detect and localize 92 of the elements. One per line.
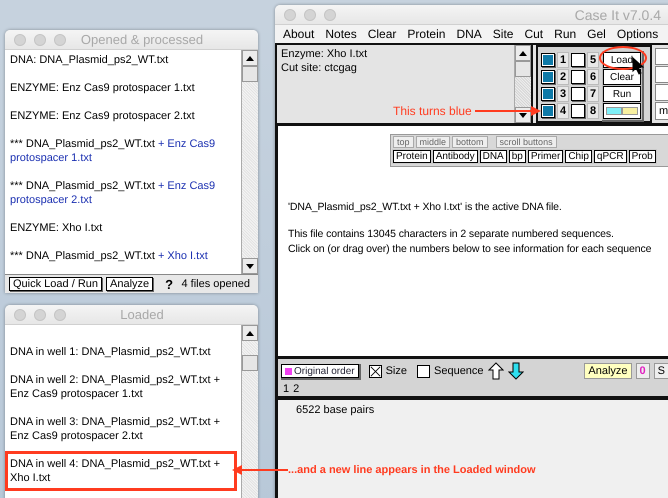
window-title: Opened & processed	[80, 32, 204, 47]
well-checkbox[interactable]	[541, 70, 555, 84]
well-checkbox[interactable]	[571, 70, 585, 84]
tool-button[interactable]: qPCR	[594, 150, 627, 163]
list-entry[interactable]: DNA in well 3: DNA_Plasmid_ps2_WT.txt + Enz Cas9 protospacer 2.txt	[5, 409, 237, 449]
well-checkbox[interactable]	[541, 87, 555, 101]
well-checkbox[interactable]	[541, 104, 555, 118]
window-title: Loaded	[120, 307, 165, 322]
well-number: 1	[557, 52, 569, 68]
down-arrow-icon	[508, 362, 524, 380]
message-text: Click on (or drag over) the numbers below to see information for each sequence	[288, 242, 652, 257]
window-title: Case It v7.0.4	[574, 6, 661, 22]
list-entry[interactable]: DNA in well 1: DNA_Plasmid_ps2_WT.txt	[5, 339, 226, 365]
sequence-number[interactable]: 2	[293, 383, 300, 395]
list-entry[interactable]: ENZYME: Enz Cas9 protospacer 1.txt	[10, 81, 195, 95]
menu-item[interactable]: Notes	[323, 27, 364, 41]
list-entry[interactable]: *** DNA_Plasmid_ps2_WT.txt + Xho I.txt	[10, 249, 208, 263]
menu-item[interactable]: Run	[552, 27, 584, 41]
cursor-icon	[632, 57, 644, 75]
menu-item[interactable]: About	[281, 27, 322, 41]
tool-button[interactable]: Chip	[565, 150, 592, 163]
scroll-bar[interactable]	[241, 50, 258, 274]
up-arrow-icon	[488, 362, 504, 380]
well-number: 4	[557, 103, 569, 119]
footer-button[interactable]: Analyze	[106, 277, 154, 291]
tool-button[interactable]: DNA	[480, 150, 507, 163]
scroll-bar[interactable]	[514, 45, 531, 123]
side-button[interactable]: Clear	[603, 69, 641, 85]
list-entry[interactable]: *** DNA_Plasmid_ps2_WT.txt + Enz Cas9 protospacer 1.txt	[10, 137, 237, 165]
scroll-bar[interactable]	[241, 325, 258, 498]
list-entry[interactable]: DNA: DNA_Plasmid_ps2_WT.txt	[10, 53, 168, 67]
side-button[interactable]: Run	[603, 86, 641, 102]
info-text: Enzyme: Xho I.txt	[281, 47, 368, 61]
annotation-text: ...and a new line appears in the Loaded window	[288, 464, 536, 476]
scroll-thumb[interactable]	[515, 61, 531, 77]
analyze-button[interactable]: Analyze	[584, 363, 632, 379]
footer-button[interactable]: Quick Load / Run	[9, 277, 102, 291]
color-button[interactable]	[603, 103, 641, 119]
well-number: 3	[557, 86, 569, 102]
well-checkbox[interactable]	[571, 53, 585, 67]
list-entry[interactable]: ENZYME: Xho I.txt	[10, 221, 102, 235]
text-field[interactable]	[655, 48, 668, 65]
menu-item[interactable]: DNA	[454, 27, 489, 41]
well-checkbox[interactable]	[571, 104, 585, 118]
menu-item[interactable]: Clear	[366, 27, 404, 41]
menu-item[interactable]: Protein	[405, 27, 452, 41]
help-icon[interactable]: ?	[165, 276, 174, 292]
checkbox[interactable]	[368, 364, 382, 378]
tool-button[interactable]: Antibody	[432, 150, 478, 163]
menu-item[interactable]: Options	[614, 27, 666, 41]
view-tab[interactable]: top	[393, 136, 414, 148]
message-text: This file contains 13045 characters in 2 separate numbered sequences.	[288, 227, 615, 242]
menu-item[interactable]: Cut	[522, 27, 550, 41]
well-number: 2	[557, 69, 569, 85]
checkbox-label: Sequence	[434, 365, 484, 377]
scroll-thumb[interactable]	[242, 355, 258, 371]
list-entry[interactable]: *** DNA_Plasmid_ps2_WT.txt + Enz Cas9 protospacer 2.txt	[10, 179, 237, 207]
tool-button[interactable]: Protein	[393, 150, 431, 163]
well-number: 7	[587, 86, 599, 102]
pointer-arrow	[474, 106, 541, 116]
sort-button[interactable]: Original order	[281, 364, 359, 378]
well-checkbox[interactable]	[571, 87, 585, 101]
annotation-text: This turns blue	[393, 104, 472, 118]
checkbox[interactable]	[417, 364, 430, 378]
status-text: 4 files opened	[182, 278, 251, 290]
cut-off-button[interactable]: S	[654, 363, 668, 379]
checkbox-label: Size	[386, 365, 407, 377]
menu-item[interactable]: Site	[490, 27, 520, 41]
tool-button[interactable]: Prob	[628, 150, 656, 163]
tool-button[interactable]: Primer	[528, 150, 564, 163]
highlighted-list-entry[interactable]: DNA in well 4: DNA_Plasmid_ps2_WT.txt + Xho I.txt	[5, 451, 237, 491]
well-number: 6	[587, 69, 599, 85]
tool-button[interactable]: bp	[508, 150, 526, 163]
list-entry[interactable]: DNA in well 2: DNA_Plasmid_ps2_WT.txt + Enz Cas9 protospacer 1.txt	[5, 367, 237, 407]
menu-item[interactable]: Gel	[585, 27, 613, 41]
well-number: 5	[587, 52, 599, 68]
well-number: 8	[587, 103, 599, 119]
sequence-number[interactable]: 1	[283, 383, 290, 395]
text-field[interactable]: m	[655, 102, 668, 120]
view-tab[interactable]: middle	[416, 136, 450, 148]
scroll-tab[interactable]: scroll buttons	[496, 136, 557, 148]
zero-button[interactable]: 0	[636, 363, 650, 379]
scroll-thumb[interactable]	[242, 66, 258, 82]
result-text: 6522 base pairs	[295, 403, 376, 416]
text-field[interactable]	[655, 66, 668, 83]
pointer-arrow	[232, 465, 288, 475]
text-field[interactable]	[655, 84, 668, 101]
list-entry[interactable]: ENZYME: Enz Cas9 protospacer 2.txt	[10, 109, 195, 123]
message-text: 'DNA_Plasmid_ps2_WT.txt + Xho I.txt' is the active DNA file.	[288, 200, 563, 215]
view-tab[interactable]: bottom	[452, 136, 488, 148]
info-text: Cut site: ctcgag	[281, 61, 358, 75]
well-checkbox[interactable]	[541, 53, 555, 67]
